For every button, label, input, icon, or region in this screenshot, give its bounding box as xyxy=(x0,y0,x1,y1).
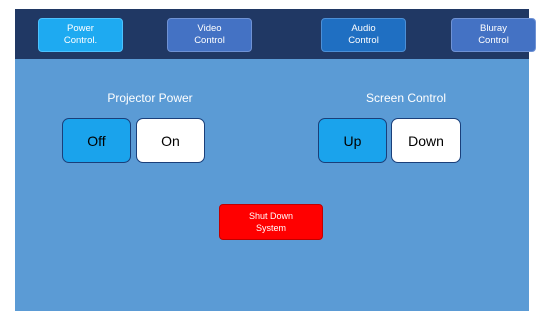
power-control-tab[interactable]: Power Control. xyxy=(38,18,123,52)
video-control-tab[interactable]: Video Control xyxy=(167,18,252,52)
screen-up-button[interactable]: Up xyxy=(318,118,387,163)
projector-power-label: Projector Power xyxy=(107,91,193,105)
projector-off-button[interactable]: Off xyxy=(62,118,131,163)
projector-on-button[interactable]: On xyxy=(136,118,205,163)
screen-control-label: Screen Control xyxy=(365,91,447,105)
top-nav-bar: Power Control. Video Control Audio Contr… xyxy=(15,9,536,59)
bluray-control-tab[interactable]: Bluray Control xyxy=(451,18,536,52)
shutdown-system-button[interactable]: Shut Down System xyxy=(219,204,323,240)
audio-control-tab[interactable]: Audio Control xyxy=(321,18,406,52)
control-panel: Power Control. Video Control Audio Contr… xyxy=(15,9,536,311)
screen-down-button[interactable]: Down xyxy=(391,118,461,163)
